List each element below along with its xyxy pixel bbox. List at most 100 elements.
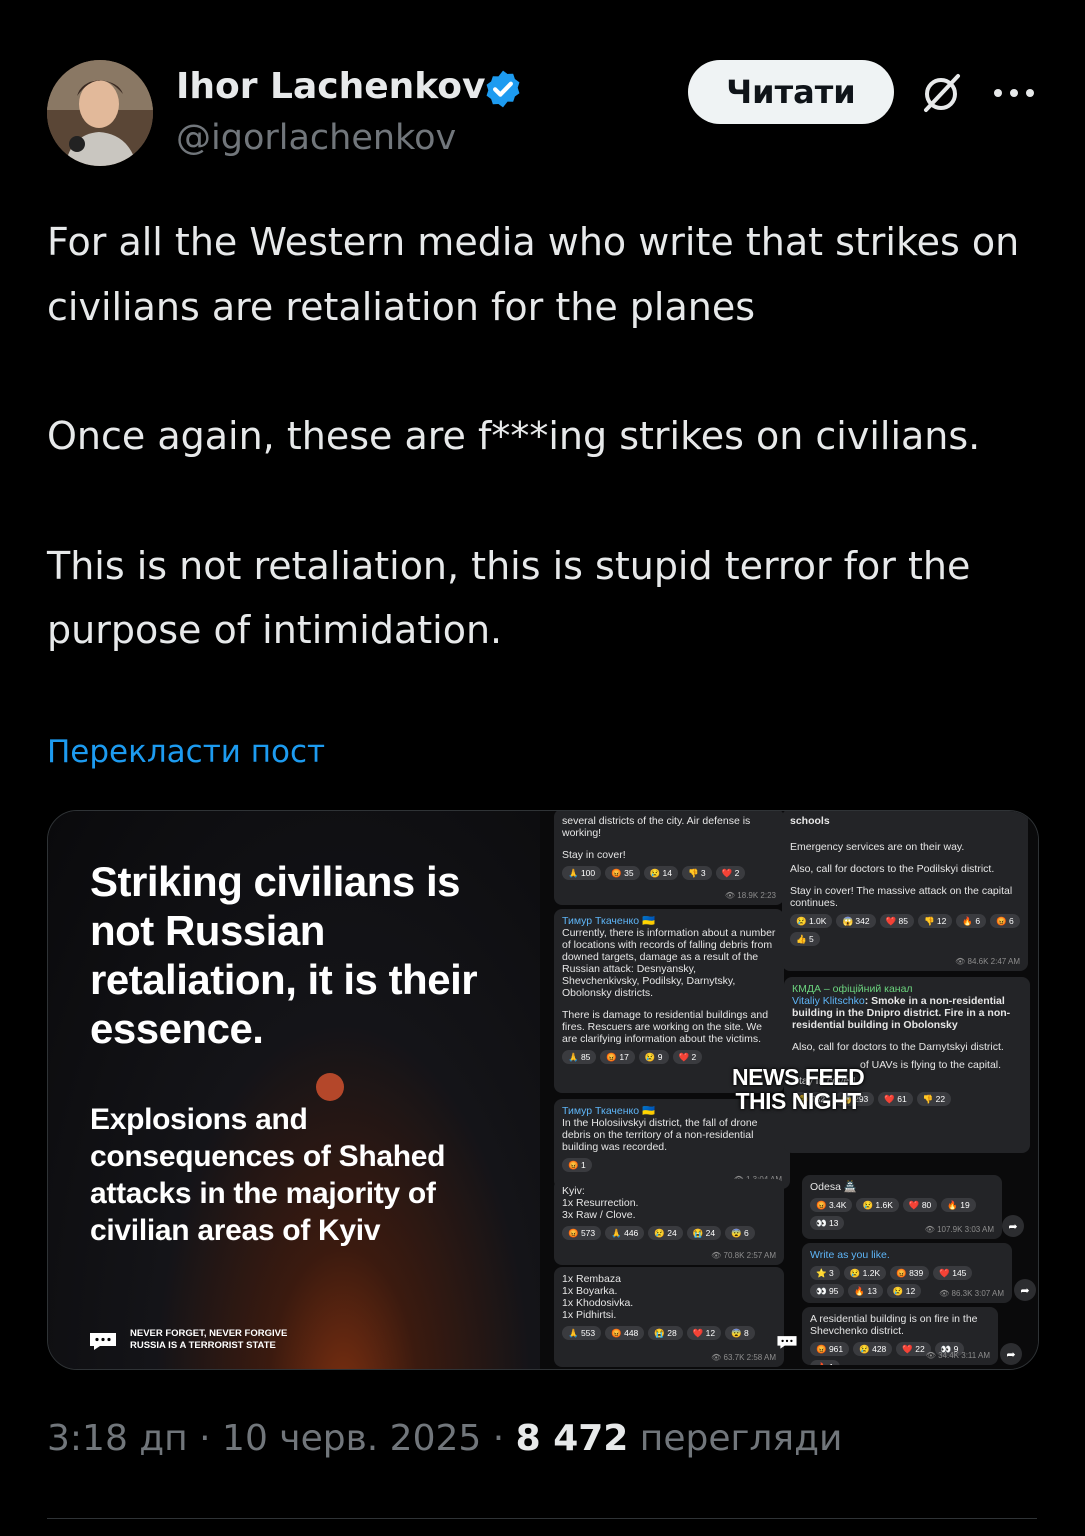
message-text: In the Holosiivskyi district, the fall o… xyxy=(562,1117,758,1153)
telegram-message: schools Emergency services are on their … xyxy=(782,811,1028,971)
reaction: 😡 6 xyxy=(990,914,1020,928)
reaction: ❤️ 2 xyxy=(715,866,746,880)
reactions: 🙏 85 😡 17 😢 9 ❤️ 2 xyxy=(562,1050,776,1064)
reaction: 😡 573 xyxy=(562,1226,602,1240)
message-text: 3x Raw / Clove. xyxy=(562,1209,636,1221)
share-icon: ➦ xyxy=(1000,1343,1022,1365)
reaction: 👀 95 xyxy=(810,1284,845,1298)
reaction: 🙏 85 xyxy=(562,1050,597,1064)
share-icon: ➦ xyxy=(1002,1215,1024,1237)
reaction: 😡 3.4K xyxy=(810,1198,853,1212)
poster-headline: Striking civilians is not Russian retali… xyxy=(90,858,478,1052)
message-meta: 👁 34.4K 3:11 AM xyxy=(925,1351,990,1360)
reaction: 🔥 19 xyxy=(941,1198,976,1212)
reaction: 😢 12 xyxy=(886,1284,922,1298)
reaction: 😡 839 xyxy=(890,1266,930,1280)
chat-bubble-logo-icon xyxy=(777,1336,797,1349)
message-text: Stay in cover! The massive attack on the… xyxy=(790,885,1013,909)
media-image[interactable]: Striking civilians is not Russian retali… xyxy=(47,810,1039,1370)
share-icon: ➦ xyxy=(1014,1279,1036,1301)
telegram-collage: several districts of the city. Air defen… xyxy=(540,811,1038,1369)
message-text: Also, call for doctors to the Darnytskyi… xyxy=(792,1041,1004,1053)
moon-shape xyxy=(316,1073,344,1101)
message-text: 1x Pidhirtsi. xyxy=(562,1309,617,1321)
message-sender: КМДА – офіційний канал xyxy=(792,983,913,995)
reaction: 😡 17 xyxy=(600,1050,635,1064)
message-text: 1x Khodosivka. xyxy=(562,1297,634,1309)
overlay-line: NEWS FEED xyxy=(732,1064,865,1090)
message-text: several districts of the city. Air defen… xyxy=(562,815,751,839)
reaction: ❤️ 12 xyxy=(686,1326,722,1340)
reaction: ❤️ 145 xyxy=(933,1266,973,1280)
reaction: 🙏 100 xyxy=(562,866,602,880)
message-text: 1x Rembaza xyxy=(562,1273,621,1285)
reaction: 😱 342 xyxy=(836,914,876,928)
reaction: 👀 13 xyxy=(810,1216,845,1230)
reaction: 🔥 13 xyxy=(848,1284,883,1298)
message-meta: 👁 107.9K 3:03 AM xyxy=(924,1225,994,1234)
message-link[interactable]: Vitaliy Klitschko xyxy=(792,995,865,1007)
author-handle[interactable]: @igorlachenkov xyxy=(176,118,456,158)
message-text: 1x Resurrection. xyxy=(562,1197,639,1209)
reaction: 😡 448 xyxy=(605,1326,645,1340)
message-meta: 👁 86.3K 3:07 AM xyxy=(939,1289,1004,1298)
read-button[interactable]: Читати xyxy=(688,60,894,124)
reactions: 😡 573 🙏 446 😢 24 😭 24 😨 6 xyxy=(562,1226,776,1240)
avatar[interactable] xyxy=(47,60,153,166)
tweet-text: For all the Western media who write that… xyxy=(47,210,1047,663)
reaction: 😨 6 xyxy=(725,1226,755,1240)
reaction: 😢 1.2K xyxy=(843,1266,887,1280)
message-meta: 👁 84.6K 2:47 AM xyxy=(955,957,1020,966)
reaction: 😭 24 xyxy=(686,1226,722,1240)
message-text: There is damage to residential buildings… xyxy=(562,1009,769,1045)
reaction: ⭐ 3 xyxy=(810,1266,840,1280)
reaction: 👎 22 xyxy=(916,1092,952,1106)
reaction: 😢 14 xyxy=(643,866,678,880)
telegram-message: 1x Rembaza 1x Boyarka. 1x Khodosivka. 1x… xyxy=(554,1267,784,1367)
message-meta: 👁 18.9K 2:23 xyxy=(724,891,776,900)
message-text: Odesa 🏯 xyxy=(810,1181,857,1193)
reaction: 😢 24 xyxy=(648,1226,683,1240)
poster-subhead: Explosions and consequences of Shahed at… xyxy=(90,1103,446,1247)
telegram-message: Kyiv: 1x Resurrection. 3x Raw / Clove. 😡… xyxy=(554,1179,784,1265)
views-count: 8 472 xyxy=(515,1418,629,1459)
overlay-line: THIS NIGHT xyxy=(735,1088,861,1114)
reaction: ❤️ 85 xyxy=(879,914,914,928)
reaction: 🔥 1 xyxy=(810,1360,840,1365)
tweet-paragraph: This is not retaliation, this is stupid … xyxy=(47,543,971,653)
tweet-paragraph: Once again, these are f***ing strikes on… xyxy=(47,414,981,458)
reaction: ❤️ 61 xyxy=(878,1092,913,1106)
reaction: 😢 1.0K xyxy=(790,914,833,928)
reaction: 😡 1 xyxy=(562,1158,592,1172)
message-text: Emergency services are on their way. xyxy=(790,841,965,853)
message-text: Write as you like. xyxy=(810,1249,890,1261)
reaction: ❤️ 80 xyxy=(902,1198,938,1212)
reaction: 👎 3 xyxy=(681,866,712,880)
author-name[interactable]: Ihor Lachenkov xyxy=(176,66,485,107)
message-text: schools xyxy=(790,815,830,827)
media-poster: Striking civilians is not Russian retali… xyxy=(48,811,540,1369)
poster-footer-text: NEVER FORGET, NEVER FORGIVE RUSSIA IS A … xyxy=(130,1328,287,1352)
reaction: 🙏 553 xyxy=(562,1326,602,1340)
reactions: 😡 1 xyxy=(562,1158,782,1172)
translate-post-link[interactable]: Перекласти пост xyxy=(47,734,325,770)
tweet-timestamp[interactable]: 3:18 дп · 10 черв. 2025 · 8 472 перегляд… xyxy=(47,1418,842,1459)
more-icon[interactable] xyxy=(990,78,1038,108)
message-meta: 👁 70.8K 2:57 AM xyxy=(711,1251,776,1260)
telegram-message: Odesa 🏯 😡 3.4K 😢 1.6K ❤️ 80 🔥 19 👀 13 👁 … xyxy=(802,1175,1002,1239)
verified-badge-icon xyxy=(486,70,520,108)
reaction: 🙏 446 xyxy=(605,1226,645,1240)
reaction: ❤️ 2 xyxy=(672,1050,703,1064)
grok-icon[interactable] xyxy=(916,68,966,118)
reaction: 😭 28 xyxy=(648,1326,683,1340)
reaction: 😢 1.6K xyxy=(856,1198,899,1212)
reactions: 🙏 553 😡 448 😭 28 ❤️ 12 😨 8 xyxy=(562,1326,776,1340)
avatar-photo xyxy=(47,60,153,166)
message-text: A residential building is on fire in the… xyxy=(810,1313,978,1337)
post-time[interactable]: 3:18 дп · 10 черв. 2025 · xyxy=(47,1418,516,1459)
reaction: 😡 961 xyxy=(810,1342,850,1356)
poster-footer-line: RUSSIA IS A TERRORIST STATE xyxy=(130,1340,276,1351)
message-text: Also, call for doctors to the Podilskyi … xyxy=(790,863,995,875)
reaction: 🔥 6 xyxy=(956,914,987,928)
views-label: перегляди xyxy=(628,1418,843,1459)
